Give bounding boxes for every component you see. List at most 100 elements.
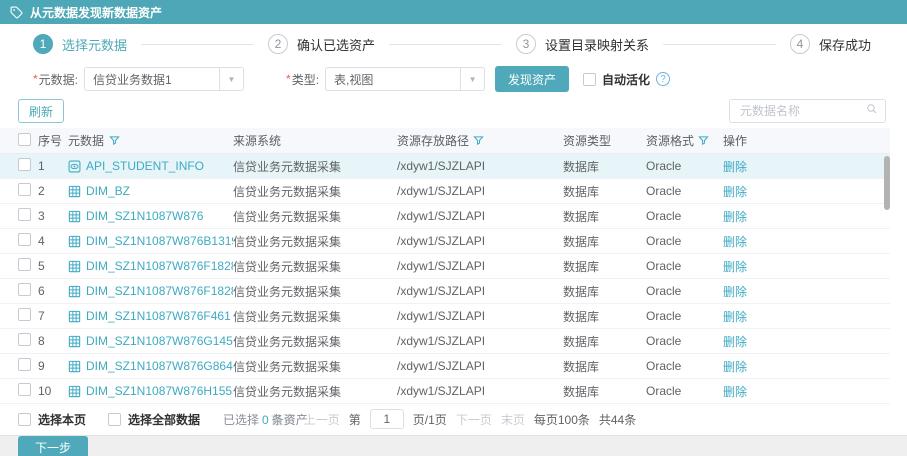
delete-link[interactable]: 删除	[723, 210, 747, 224]
row-checkbox[interactable]	[18, 333, 31, 346]
page-prefix: 第	[348, 412, 361, 427]
metadata-link[interactable]: DIM_SZ1N1087W876B1319	[86, 234, 233, 248]
select-all-data-checkbox[interactable]	[108, 412, 122, 426]
delete-link[interactable]: 删除	[723, 235, 747, 249]
row-index: 9	[38, 359, 45, 373]
step-3-circle: 3	[516, 34, 536, 54]
select-page-checkbox[interactable]	[18, 412, 31, 426]
step-2: 2 确认已选资产	[268, 34, 375, 54]
row-format: Oracle	[646, 259, 682, 273]
delete-link[interactable]: 删除	[723, 285, 747, 299]
row-path: /xdyw1/SJZLAPI	[397, 184, 486, 198]
row-index: 6	[38, 284, 45, 298]
metadata-select[interactable]: 信贷业务数据1 ▼	[84, 67, 245, 91]
table-row: 10 DIM_SZ1N1087W876H1555 信贷业务元数据采集 /xdyw…	[0, 379, 890, 404]
delete-link[interactable]: 删除	[723, 385, 747, 399]
row-source: 信贷业务元数据采集	[233, 334, 342, 349]
filter-icon[interactable]	[109, 135, 120, 146]
table-icon	[68, 385, 81, 398]
tag-icon	[10, 6, 23, 19]
last-page-button[interactable]: 末页	[501, 411, 525, 428]
row-checkbox[interactable]	[18, 383, 31, 396]
metadata-link[interactable]: DIM_BZ	[86, 184, 130, 198]
delete-link[interactable]: 删除	[723, 310, 747, 324]
row-path: /xdyw1/SJZLAPI	[397, 309, 486, 323]
delete-link[interactable]: 删除	[723, 185, 747, 199]
prev-page-button[interactable]: 上一页	[304, 411, 340, 428]
vertical-scrollbar[interactable]	[884, 156, 890, 210]
step-2-label: 确认已选资产	[297, 37, 376, 53]
column-header-metadata: 元数据	[68, 132, 233, 149]
row-type: 数据库	[563, 209, 600, 224]
view-icon	[68, 160, 81, 173]
step-2-circle: 2	[268, 34, 288, 54]
filter-icon[interactable]	[473, 135, 484, 146]
metadata-link[interactable]: API_STUDENT_INFO	[86, 159, 204, 173]
step-3: 3 设置目录映射关系	[516, 34, 649, 54]
row-format: Oracle	[646, 209, 682, 223]
table-footer: 选择本页 选择全部数据 已选择0条资产 首页 上一页 第 页/1页 下一页 末页…	[0, 407, 907, 431]
row-type: 数据库	[563, 384, 600, 399]
row-checkbox[interactable]	[18, 358, 31, 371]
row-index: 2	[38, 184, 45, 198]
metadata-link[interactable]: DIM_SZ1N1087W876G1459	[86, 334, 233, 348]
column-header-action: 操作	[723, 134, 748, 148]
refresh-button[interactable]: 刷新	[18, 99, 65, 123]
row-checkbox[interactable]	[18, 183, 31, 196]
step-4: 4 保存成功	[790, 34, 871, 54]
row-format: Oracle	[646, 334, 682, 348]
discover-assets-page: 从元数据发现新数据资产 1 选择元数据 2 确认已选资产 3 设置目录映射关系 …	[0, 0, 907, 456]
row-format: Oracle	[646, 159, 682, 173]
metadata-link[interactable]: DIM_SZ1N1087W876G864	[86, 359, 233, 373]
row-index: 1	[38, 159, 45, 173]
row-source: 信贷业务元数据采集	[233, 234, 342, 249]
row-checkbox[interactable]	[18, 208, 31, 221]
row-type: 数据库	[563, 284, 600, 299]
page-number-input[interactable]	[369, 409, 404, 429]
table-row: 9 DIM_SZ1N1087W876G864 信贷业务元数据采集 /xdyw1/…	[0, 354, 890, 379]
step-4-label: 保存成功	[819, 37, 872, 53]
search-icon[interactable]	[866, 102, 878, 120]
metadata-link[interactable]: DIM_SZ1N1087W876F461	[86, 309, 231, 323]
auto-activate-checkbox[interactable]	[583, 72, 597, 86]
required-mark: *	[33, 72, 38, 86]
step-1-label: 选择元数据	[62, 37, 128, 53]
next-page-button[interactable]: 下一页	[456, 411, 492, 428]
row-index: 8	[38, 334, 45, 348]
row-path: /xdyw1/SJZLAPI	[397, 334, 486, 348]
table-header-row: 序号 元数据 来源系统 资源存放路径 资源类型 资源格式 操作	[0, 128, 890, 154]
required-mark: *	[286, 72, 291, 86]
steps-bar: 1 选择元数据 2 确认已选资产 3 设置目录映射关系 4 保存成功	[0, 28, 907, 60]
help-icon[interactable]: ?	[656, 72, 671, 86]
row-checkbox[interactable]	[18, 308, 31, 321]
row-checkbox[interactable]	[18, 158, 31, 171]
chevron-down-icon[interactable]: ▼	[460, 68, 484, 90]
row-checkbox[interactable]	[18, 233, 31, 246]
search-input[interactable]	[738, 103, 866, 119]
table-row: 8 DIM_SZ1N1087W876G1459 信贷业务元数据采集 /xdyw1…	[0, 329, 890, 354]
filter-icon[interactable]	[698, 135, 709, 146]
row-checkbox[interactable]	[18, 283, 31, 296]
metadata-link[interactable]: DIM_SZ1N1087W876	[86, 209, 203, 223]
row-type: 数据库	[563, 159, 600, 174]
delete-link[interactable]: 删除	[723, 335, 747, 349]
row-index: 4	[38, 234, 45, 248]
delete-link[interactable]: 删除	[723, 260, 747, 274]
delete-link[interactable]: 删除	[723, 360, 747, 374]
select-all-checkbox[interactable]	[18, 132, 31, 146]
metadata-link[interactable]: DIM_SZ1N1087W876F1828	[86, 259, 233, 273]
step-1: 1 选择元数据	[33, 34, 127, 54]
row-type: 数据库	[563, 359, 600, 374]
row-checkbox[interactable]	[18, 258, 31, 271]
search-box	[729, 99, 886, 123]
table-icon	[68, 310, 81, 323]
next-step-button[interactable]: 下一步	[18, 436, 89, 456]
type-select[interactable]: 表,视图 ▼	[325, 67, 486, 91]
metadata-link[interactable]: DIM_SZ1N1087W876F1828Y1113	[86, 284, 233, 298]
delete-link[interactable]: 删除	[723, 160, 747, 174]
discover-assets-button[interactable]: 发现资产	[495, 66, 570, 92]
column-header-index: 序号	[38, 134, 63, 148]
step-connector	[663, 43, 776, 45]
metadata-link[interactable]: DIM_SZ1N1087W876H1555	[86, 384, 233, 398]
chevron-down-icon[interactable]: ▼	[219, 68, 243, 90]
